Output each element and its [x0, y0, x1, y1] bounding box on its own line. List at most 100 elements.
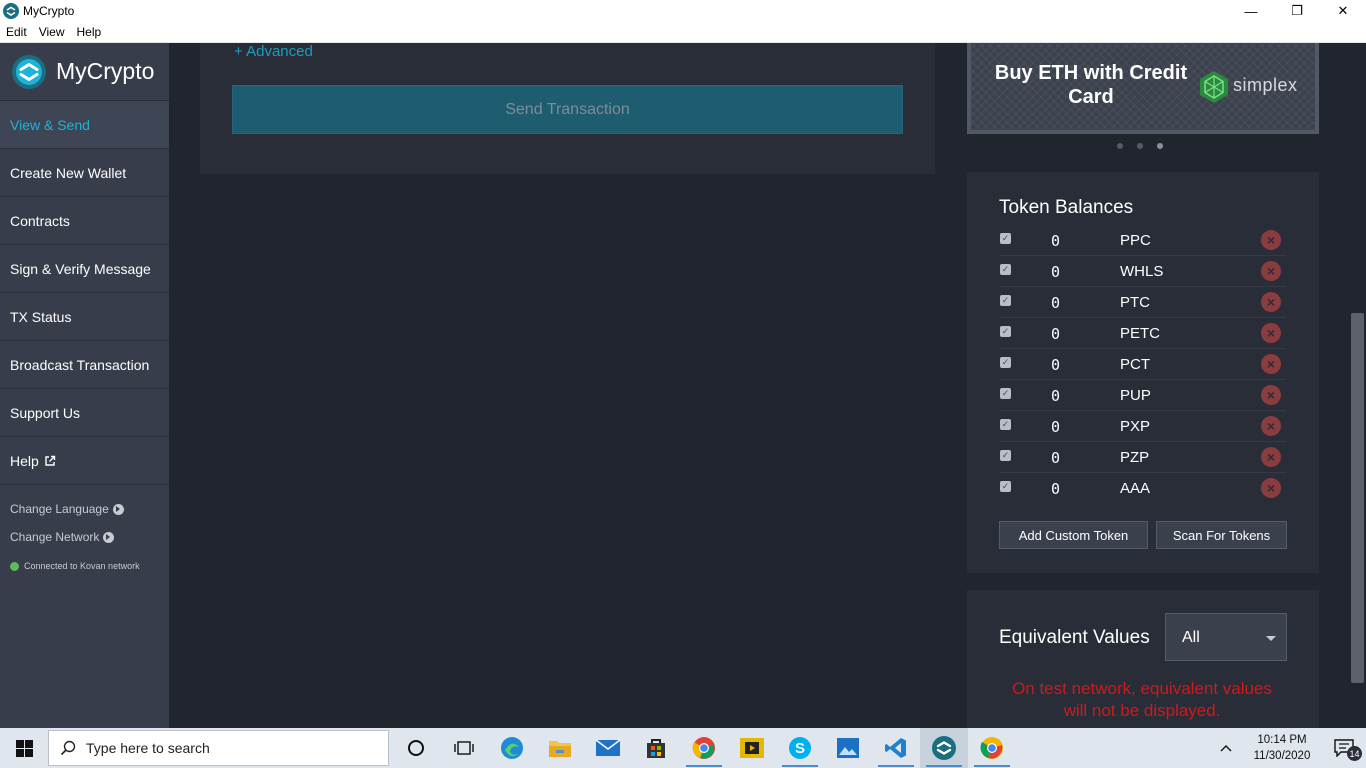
- token-row: ✓ 0 WHLS ×: [999, 256, 1286, 287]
- token-row: ✓ 0 PUP ×: [999, 380, 1286, 411]
- mycrypto-app-icon: [3, 3, 19, 19]
- mycrypto-logo-icon: [12, 54, 46, 89]
- sidebar-item-sign-verify[interactable]: Sign & Verify Message: [0, 245, 169, 293]
- envelope-icon: [595, 739, 621, 756]
- sidebar-item-label: TX Status: [10, 308, 72, 325]
- token-symbol: PTC: [1120, 294, 1150, 311]
- mail-icon[interactable]: [584, 728, 632, 768]
- remove-token-icon[interactable]: ×: [1261, 230, 1281, 250]
- remove-token-icon[interactable]: ×: [1261, 292, 1281, 312]
- carousel-dot[interactable]: [1137, 143, 1143, 149]
- token-checkbox[interactable]: ✓: [1000, 326, 1011, 337]
- sidebar-item-support[interactable]: Support Us: [0, 389, 169, 437]
- sidebar-item-broadcast[interactable]: Broadcast Transaction: [0, 341, 169, 389]
- sidebar-item-tx-status[interactable]: TX Status: [0, 293, 169, 341]
- chrome-canary-icon[interactable]: [968, 728, 1016, 768]
- scrollbar-thumb[interactable]: [1351, 313, 1364, 683]
- show-hidden-icons-button[interactable]: [1210, 728, 1242, 768]
- media-app-icon[interactable]: [728, 728, 776, 768]
- cortana-circle-icon: [408, 740, 424, 756]
- token-checkbox[interactable]: ✓: [1000, 419, 1011, 430]
- token-balances-card: Token Balances ✓ 0 PPC × ✓ 0 WHLS × ✓ 0 …: [967, 172, 1319, 573]
- sidebar-item-create-wallet[interactable]: Create New Wallet: [0, 149, 169, 197]
- add-custom-token-button[interactable]: Add Custom Token: [999, 521, 1148, 549]
- menu-bar: Edit View Help: [0, 22, 1366, 43]
- close-button[interactable]: ✕: [1320, 0, 1366, 22]
- carousel-dots: [1117, 143, 1163, 149]
- taskbar-search-input[interactable]: Type here to search: [48, 730, 389, 766]
- sidebar: MyCrypto View & Send Create New Wallet C…: [0, 43, 169, 728]
- minimize-button[interactable]: —: [1228, 0, 1274, 22]
- token-balance: 0: [1051, 418, 1061, 436]
- token-checkbox[interactable]: ✓: [1000, 357, 1011, 368]
- caret-down-icon: [1266, 636, 1276, 641]
- clock[interactable]: 10:14 PM 11/30/2020: [1242, 732, 1322, 764]
- vscode-glyph-icon: [885, 738, 906, 758]
- edge-browser-icon[interactable]: [488, 728, 536, 768]
- remove-token-icon[interactable]: ×: [1261, 447, 1281, 467]
- change-network-link[interactable]: Change Network: [0, 523, 169, 551]
- mycrypto-taskbar-icon[interactable]: [920, 728, 968, 768]
- send-panel: + Advanced Send Transaction: [200, 43, 935, 174]
- token-row: ✓ 0 PTC ×: [999, 287, 1286, 318]
- remove-token-icon[interactable]: ×: [1261, 385, 1281, 405]
- token-row: ✓ 0 PXP ×: [999, 411, 1286, 442]
- simplex-logo-icon: [1200, 71, 1228, 103]
- select-value: All: [1182, 629, 1200, 646]
- window-title: MyCrypto: [23, 4, 75, 18]
- sidebar-item-view-send[interactable]: View & Send: [0, 101, 169, 149]
- token-balance: 0: [1051, 325, 1061, 343]
- token-balance: 0: [1051, 263, 1061, 281]
- token-symbol: PETC: [1120, 325, 1161, 342]
- store-icon[interactable]: [632, 728, 680, 768]
- carousel-dot[interactable]: [1117, 143, 1123, 149]
- remove-token-icon[interactable]: ×: [1261, 261, 1281, 281]
- token-row: ✓ 0 PCT ×: [999, 349, 1286, 380]
- scan-for-tokens-button[interactable]: Scan For Tokens: [1156, 521, 1287, 549]
- send-transaction-button[interactable]: Send Transaction: [232, 85, 903, 134]
- maximize-button[interactable]: ❐: [1274, 0, 1320, 22]
- action-center-button[interactable]: 14: [1322, 728, 1366, 768]
- sidebar-item-help[interactable]: Help: [0, 437, 169, 485]
- skype-icon[interactable]: S: [776, 728, 824, 768]
- photos-icon[interactable]: [824, 728, 872, 768]
- task-view-glyph-icon: [454, 741, 474, 755]
- buy-eth-banner[interactable]: Buy ETH with Credit Card simplex: [967, 43, 1319, 134]
- vscode-icon[interactable]: [872, 728, 920, 768]
- brand[interactable]: MyCrypto: [0, 43, 169, 101]
- change-language-link[interactable]: Change Language: [0, 495, 169, 523]
- file-explorer-icon[interactable]: [536, 728, 584, 768]
- shopping-bag-icon: [647, 739, 665, 758]
- remove-token-icon[interactable]: ×: [1261, 354, 1281, 374]
- equivalent-values-select[interactable]: All: [1165, 613, 1287, 661]
- sidebar-item-label: View & Send: [10, 116, 90, 133]
- clock-time: 10:14 PM: [1257, 734, 1307, 746]
- cortana-icon[interactable]: [392, 728, 440, 768]
- sidebar-item-label: Support Us: [10, 404, 81, 421]
- token-checkbox[interactable]: ✓: [1000, 264, 1011, 275]
- start-button[interactable]: [0, 728, 48, 768]
- task-view-icon[interactable]: [440, 728, 488, 768]
- menu-help[interactable]: Help: [70, 25, 107, 39]
- remove-token-icon[interactable]: ×: [1261, 416, 1281, 436]
- remove-token-icon[interactable]: ×: [1261, 323, 1281, 343]
- remove-token-icon[interactable]: ×: [1261, 478, 1281, 498]
- advanced-link[interactable]: + Advanced: [234, 43, 313, 60]
- token-checkbox[interactable]: ✓: [1000, 388, 1011, 399]
- connection-status-label: Connected to Kovan network: [24, 561, 140, 571]
- token-list: ✓ 0 PPC × ✓ 0 WHLS × ✓ 0 PTC × ✓ 0 PETC …: [999, 225, 1286, 504]
- token-row: ✓ 0 PPC ×: [999, 225, 1286, 256]
- carousel-dot-active[interactable]: [1157, 143, 1163, 149]
- change-network-label: Change Network: [10, 530, 100, 544]
- menu-edit[interactable]: Edit: [0, 25, 33, 39]
- sidebar-item-contracts[interactable]: Contracts: [0, 197, 169, 245]
- token-checkbox[interactable]: ✓: [1000, 233, 1011, 244]
- menu-view[interactable]: View: [33, 25, 71, 39]
- token-checkbox[interactable]: ✓: [1000, 481, 1011, 492]
- token-checkbox[interactable]: ✓: [1000, 295, 1011, 306]
- chrome-icon[interactable]: [680, 728, 728, 768]
- chrome-variant-icon: [980, 737, 1003, 759]
- sidebar-item-label: Broadcast Transaction: [10, 356, 150, 373]
- token-checkbox[interactable]: ✓: [1000, 450, 1011, 461]
